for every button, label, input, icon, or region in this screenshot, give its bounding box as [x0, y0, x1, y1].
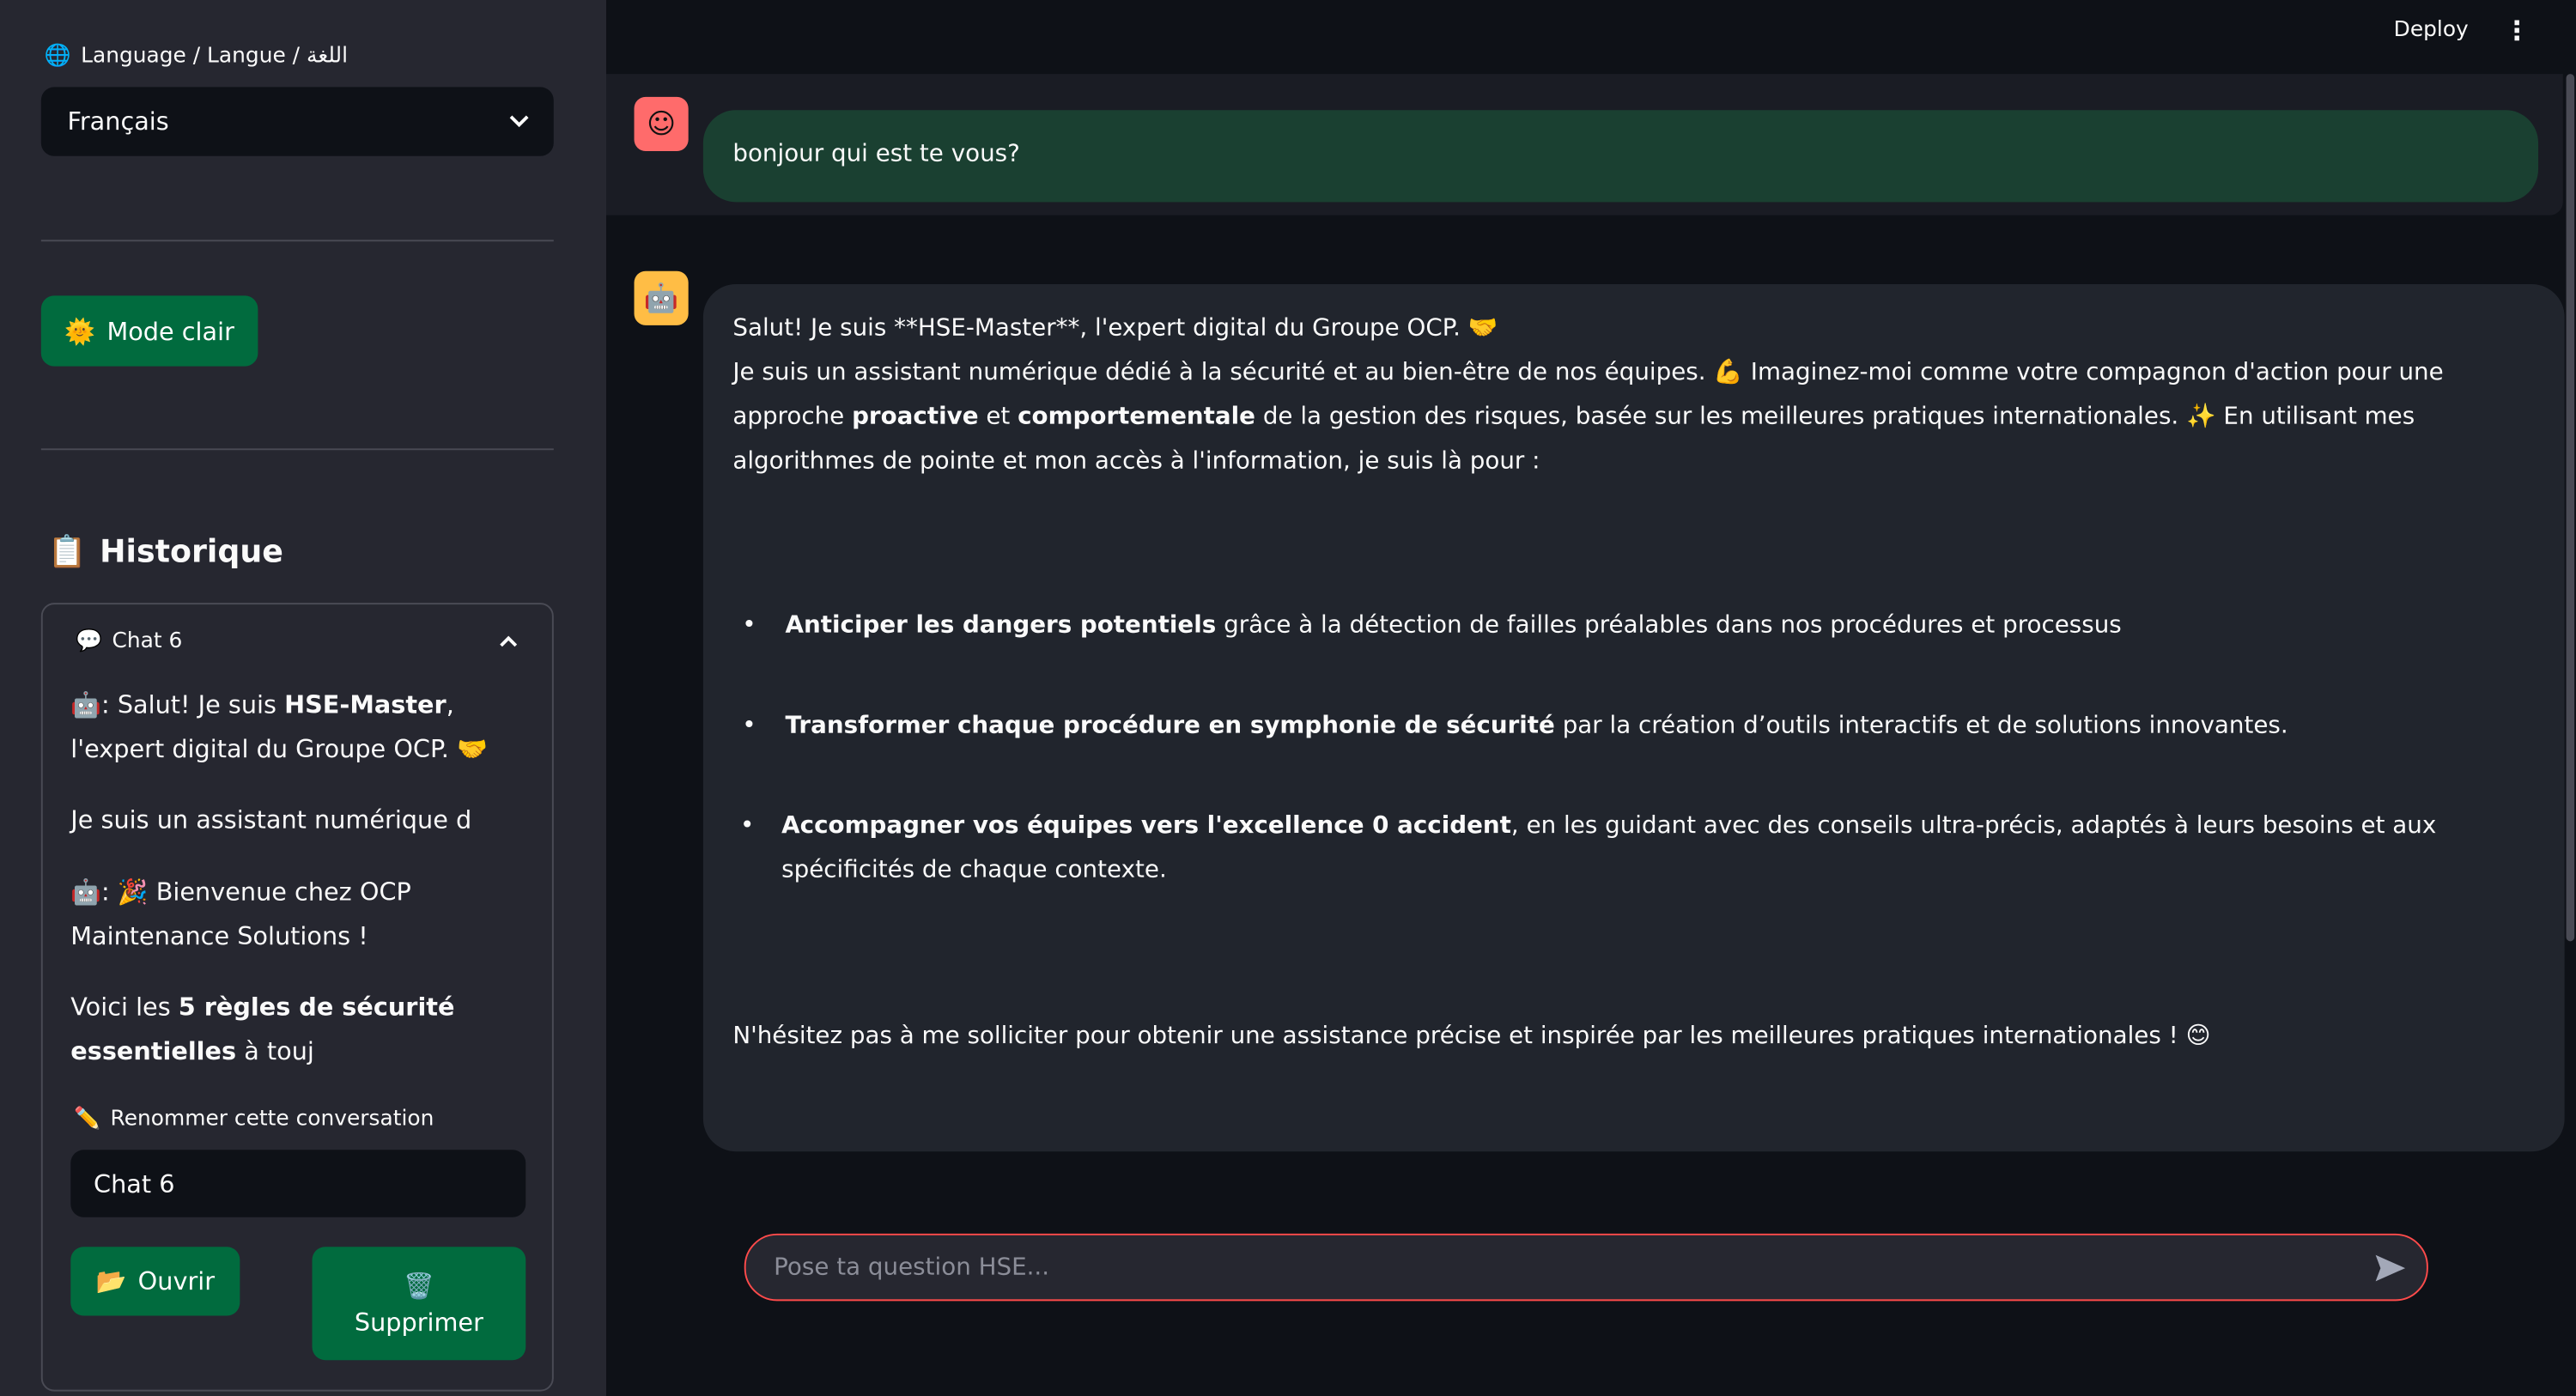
chevron-up-icon[interactable]	[498, 634, 519, 649]
preview-text: Voici les	[70, 992, 179, 1023]
deploy-button[interactable]: Deploy	[2394, 18, 2469, 43]
bullet-bold: Transformer chaque procédure en symphoni…	[785, 713, 1555, 739]
assistant-paragraph: Salut! Je suis **HSE-Master**, l'expert …	[732, 307, 2535, 352]
preview-text: : Salut! Je suis	[101, 689, 285, 720]
sidebar: 🌐 Language / Langue / اللغة Français 🌞 M…	[0, 0, 607, 1396]
bullet-item: • Accompagner vos équipes vers l'excellen…	[740, 813, 2437, 884]
rename-label-text: Renommer cette conversation	[110, 1107, 434, 1132]
assistant-closing: N'hésitez pas à me solliciter pour obten…	[732, 1015, 2535, 1059]
scrollbar[interactable]	[2566, 74, 2575, 942]
language-select-value: Français	[67, 106, 169, 137]
bullet-item: • Transformer chaque procédure en symphon…	[742, 713, 2288, 739]
bullet-bold: Anticiper les dangers potentiels	[785, 612, 1217, 640]
rename-input[interactable]: Chat 6	[70, 1150, 526, 1217]
smiling-sun-icon: 🌞	[64, 316, 96, 346]
chat-input[interactable]: Pose ta question HSE...	[744, 1233, 2428, 1302]
light-mode-label: Mode clair	[106, 316, 234, 346]
preview-message-4: Voici les 5 règles de sécurité essentiel…	[70, 986, 538, 1074]
light-mode-button[interactable]: 🌞 Mode clair	[40, 295, 258, 367]
party-popper-icon: 🎉	[117, 877, 149, 907]
send-icon[interactable]	[2374, 1253, 2407, 1282]
delete-label: Supprimer	[354, 1307, 483, 1337]
rename-input-value: Chat 6	[94, 1168, 175, 1199]
sparkles-icon: ✨	[2186, 404, 2216, 431]
app: 🌐 Language / Langue / اللغة Français 🌞 M…	[0, 0, 2576, 1396]
bot-avatar-icon: 🤖	[634, 270, 689, 325]
assistant-text: N'hésitez pas à me solliciter pour obten…	[732, 1023, 2178, 1050]
robot-icon: 🤖	[70, 689, 102, 720]
chat-input-placeholder: Pose ta question HSE...	[774, 1253, 1050, 1281]
language-label-text: Language / Langue / اللغة	[81, 44, 349, 70]
preview-text: à touj	[236, 1036, 314, 1066]
assistant-text: et	[978, 404, 1018, 431]
bullet-bold: Accompagner vos équipes vers l'excellenc…	[781, 813, 1511, 840]
history-title: Historique	[100, 532, 283, 569]
language-select[interactable]: Français	[40, 87, 554, 156]
language-label: 🌐 Language / Langue / اللغة	[45, 45, 348, 70]
user-message-bubble: bonjour qui est te vous?	[702, 110, 2539, 203]
assistant-text: Salut! Je suis **HSE-Master**, l'expert …	[732, 315, 1461, 342]
assistant-text: de la gestion des risques, basée sur les…	[1255, 404, 2179, 431]
user-message-text: bonjour qui est te vous?	[732, 141, 1020, 168]
assistant-bold: comportementale	[1018, 404, 1256, 431]
preview-message-3: 🤖: 🎉 Bienvenue chez OCP Maintenance Solu…	[70, 877, 411, 951]
chevron-down-icon	[509, 115, 529, 128]
delete-button[interactable]: 🗑️ Supprimer	[312, 1247, 526, 1361]
rename-label: ✏️ Renommer cette conversation	[74, 1108, 434, 1132]
more-menu-icon[interactable]: ⋮	[2504, 15, 2530, 46]
assistant-bold: proactive	[852, 404, 979, 431]
assistant-message-bubble: Salut! Je suis **HSE-Master**, l'expert …	[702, 284, 2565, 1152]
divider	[40, 240, 554, 242]
bullet-text: grâce à la détection de failles préalabl…	[1216, 612, 2122, 640]
bullet-item: • Anticiper les dangers potentiels grâce …	[742, 612, 2122, 640]
speech-bubble-icon: 💬	[76, 628, 102, 654]
bullet-text: par la création d’outils interactifs et …	[1554, 713, 2288, 739]
handshake-icon: 🤝	[457, 734, 488, 764]
flexed-biceps-icon: 💪	[1713, 360, 1743, 386]
divider	[40, 448, 554, 451]
expander-header[interactable]: 💬 Chat 6	[76, 629, 182, 654]
preview-bold: HSE-Master	[284, 689, 447, 720]
preview-message-2: Je suis un assistant numérique d	[70, 804, 472, 835]
globe-icon: 🌐	[44, 44, 71, 70]
smiling-face-icon: 😊	[2185, 1023, 2211, 1050]
top-bar: Deploy ⋮	[606, 0, 2576, 74]
preview-message-1: 🤖: Salut! Je suis HSE-Master, l'expert d…	[70, 683, 538, 772]
assistant-text: Je suis un assistant numérique dédié à l…	[732, 360, 1706, 386]
user-avatar-icon: ☺	[634, 96, 689, 152]
history-heading: 📋 Historique	[47, 532, 283, 570]
wastebasket-icon: 🗑️	[404, 1270, 434, 1301]
robot-icon: 🤖	[70, 877, 102, 907]
expander-title: Chat 6	[112, 628, 183, 654]
assistant-paragraph: Je suis un assistant numérique dédié à l…	[732, 351, 2535, 484]
open-button[interactable]: 📂 Ouvrir	[70, 1247, 240, 1316]
chat-expander: 💬 Chat 6 🤖: Salut! Je suis HSE-Master, l…	[40, 603, 554, 1392]
open-label: Ouvrir	[137, 1266, 216, 1296]
clipboard-icon: 📋	[47, 533, 87, 570]
handshake-icon: 🤝	[1467, 315, 1498, 342]
pencil-icon: ✏️	[74, 1107, 101, 1132]
folder-icon: 📂	[95, 1266, 127, 1296]
